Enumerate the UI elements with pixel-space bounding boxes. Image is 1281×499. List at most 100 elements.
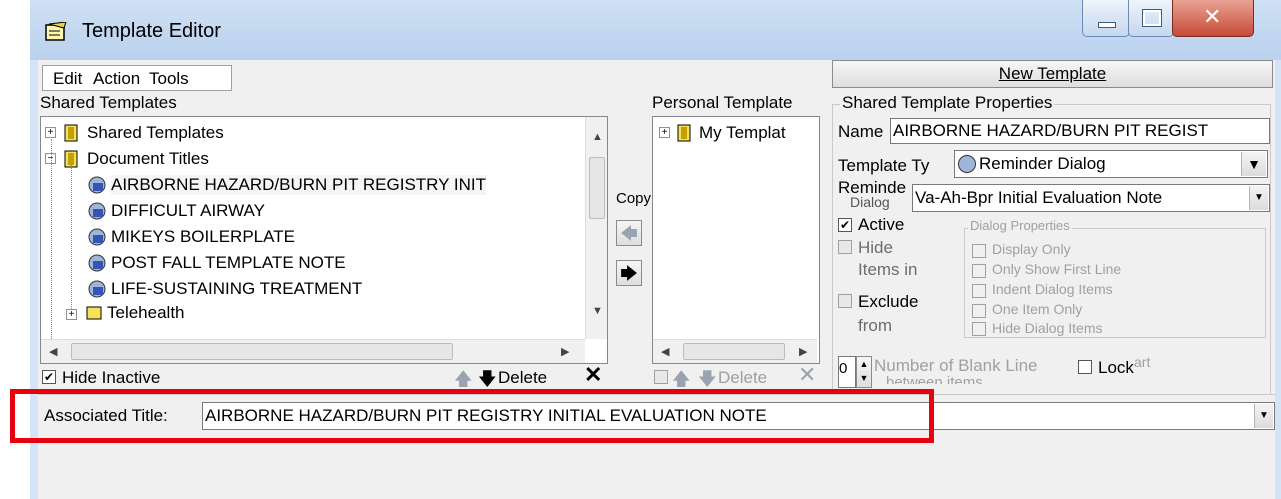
menu-bar: Edit Action Tools [42,65,232,91]
tree-item-my-templates[interactable]: My Templat [699,123,786,143]
maximize-button[interactable] [1128,0,1174,37]
reminder-dialog-label-2: Dialog [850,194,890,210]
delete-x-icon[interactable]: ✕ [798,362,816,388]
scroll-thumb[interactable] [589,157,605,219]
start-label: art [1134,354,1151,370]
exclude-label-1: Exclude [858,292,919,311]
display-only-checkbox[interactable] [972,244,986,258]
one-item-checkbox[interactable] [972,304,986,318]
template-type-select[interactable]: Reminder Dialog ▼ [954,150,1268,178]
blank-lines-spinner[interactable]: 0 [838,356,856,388]
tree-item-mikeys-boilerplate[interactable]: MIKEYS BOILERPLATE [111,227,295,247]
scroll-right-icon[interactable]: ▶ [799,345,807,358]
tree-item-life-sustaining[interactable]: LIFE-SUSTAINING TREATMENT [111,279,362,299]
window-title: Template Editor [82,20,221,42]
tree-item-difficult-airway[interactable]: DIFFICULT AIRWAY [111,201,265,221]
one-item-label: One Item Only [992,301,1083,317]
shared-delete-button[interactable]: Delete [498,368,547,388]
chevron-down-icon[interactable]: ▼ [1241,152,1266,176]
template-type-value: Reminder Dialog [979,154,1106,173]
menu-tools[interactable]: Tools [149,69,189,89]
close-icon: ✕ [1203,5,1222,30]
expand-icon[interactable]: + [66,309,77,320]
notepad-icon [45,22,67,41]
expand-icon[interactable]: + [45,127,56,138]
lock-checkbox[interactable] [1078,360,1092,374]
name-field[interactable]: AIRBORNE HAZARD/BURN PIT REGIST [890,118,1270,144]
lock-label: Lock [1098,358,1134,377]
shared-templates-label: Shared Templates [40,93,177,112]
shared-vertical-scrollbar[interactable]: ▲ ▼ [585,117,607,339]
reminder-dialog-icon [88,228,106,246]
reminder-dialog-icon [88,202,106,220]
expand-icon[interactable]: + [659,127,670,138]
personal-checkbox[interactable] [654,370,668,384]
scroll-left-icon[interactable]: ◀ [661,345,669,358]
personal-horizontal-scrollbar[interactable]: ◀ ▶ [653,339,817,363]
scroll-left-icon[interactable]: ◀ [49,345,57,358]
hide-items-label-1: Hide [858,238,893,257]
chevron-down-icon[interactable]: ▼ [1254,404,1273,428]
tree-item-airborne-hazard[interactable]: AIRBORNE HAZARD/BURN PIT REGISTRY INIT [111,175,487,195]
reminder-dialog-value: Va-Ah-Bpr Initial Evaluation Note [915,188,1163,207]
menu-action[interactable]: Action [93,69,140,89]
blank-lines-label: Number of Blank Line [874,356,1038,375]
hide-items-label-2: Items in [858,260,918,279]
reminder-dialog-icon [88,176,106,194]
exclude-checkbox[interactable] [838,294,852,308]
tree-item-shared-templates[interactable]: Shared Templates [87,123,224,143]
maximize-icon [1142,9,1162,27]
copy-left-button[interactable]: 🡄 [616,220,642,246]
indent-items-label: Indent Dialog Items [992,281,1113,297]
only-first-line-label: Only Show First Line [992,261,1122,277]
template-type-label: Template Ty [838,156,930,175]
blank-lines-label-2: between items [886,374,983,384]
active-checkbox[interactable]: ✔ [838,218,852,232]
name-label: Name [838,122,884,141]
folder-icon [86,306,102,320]
properties-group-title: Shared Template Properties [840,93,1055,113]
minimize-icon [1098,22,1116,28]
dialog-properties-title: Dialog Properties [968,218,1072,233]
hide-dialog-items-label: Hide Dialog Items [992,320,1103,336]
reminder-dialog-icon [88,280,106,298]
arrow-right-icon: 🡆 [620,264,638,283]
reminder-dialog-select[interactable]: Va-Ah-Bpr Initial Evaluation Note ▼ [912,184,1270,212]
only-first-line-checkbox[interactable] [972,264,986,278]
minimize-button[interactable] [1082,0,1130,37]
hide-inactive-label: Hide Inactive [62,368,161,387]
close-button[interactable]: ✕ [1172,0,1254,37]
shared-horizontal-scrollbar[interactable]: ◀ ▶ [41,339,585,363]
indent-items-checkbox[interactable] [972,284,986,298]
arrow-left-icon: 🡄 [620,224,638,243]
scroll-thumb[interactable] [71,343,453,360]
shared-templates-tree[interactable]: + Shared Templates − Document Titles AIR… [40,116,608,364]
personal-templates-tree[interactable]: + My Templat ◀ ▶ [652,116,820,364]
new-template-button[interactable]: New Template [832,60,1273,88]
copy-label: Copy [616,190,652,207]
delete-x-icon[interactable]: ✕ [584,362,602,388]
scroll-down-icon[interactable]: ▼ [592,305,603,317]
tree-item-telehealth[interactable]: Telehealth [107,303,185,323]
chevron-down-icon[interactable]: ▼ [1249,186,1268,210]
tree-item-post-fall[interactable]: POST FALL TEMPLATE NOTE [111,253,346,273]
scroll-up-icon[interactable]: ▲ [592,131,603,143]
reminder-dialog-icon [958,155,976,173]
scroll-thumb[interactable] [683,343,785,360]
personal-templates-label: Personal Template [652,93,793,112]
reminder-dialog-icon [88,254,106,272]
copy-right-button[interactable]: 🡆 [616,260,642,286]
scroll-right-icon[interactable]: ▶ [561,345,569,358]
hide-dialog-items-checkbox[interactable] [972,322,986,336]
tree-item-document-titles[interactable]: Document Titles [87,149,209,169]
highlight-box [10,389,934,443]
hide-items-checkbox[interactable] [838,240,852,254]
display-only-label: Display Only [992,241,1071,257]
title-bar[interactable]: Template Editor ✕ [30,0,1281,60]
exclude-label-2: from [858,316,892,335]
menu-edit[interactable]: Edit [53,69,82,89]
spinner-arrows-icon[interactable]: ▲ ▼ [856,356,872,388]
hide-inactive-checkbox[interactable]: ✔ [42,370,56,384]
active-label: Active [858,215,905,234]
personal-delete-button[interactable]: Delete [718,368,767,388]
